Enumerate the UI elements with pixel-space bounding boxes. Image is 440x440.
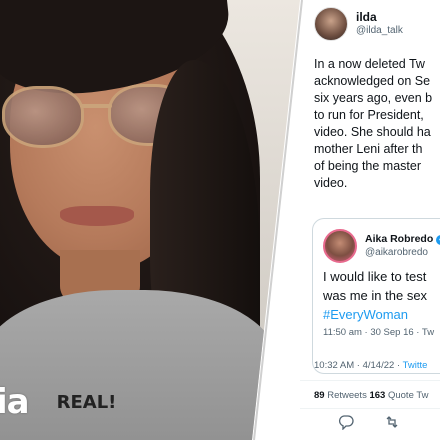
tweet-line: six years ago, even b [314,91,433,105]
tweet-line: to run for President, [314,108,424,122]
tweet-author[interactable]: ilda @ilda_talk [314,4,440,44]
retweets-label[interactable]: Retweets [325,390,370,401]
tweet-line: acknowledged on Se [314,74,431,88]
sunglasses-bridge [80,104,112,108]
tweet-line: video. [314,176,348,190]
author-handle[interactable]: @ilda_talk [356,24,403,38]
author-avatar[interactable] [314,7,348,41]
caption-right-text: REAL! [56,391,117,413]
quoted-line: I would like to test [323,269,427,284]
reply-icon[interactable] [338,414,354,431]
quoted-line: was me in the sex [323,288,428,303]
tweet-source[interactable]: Twitte [403,360,428,371]
separator [300,380,440,381]
quoted-handle: @aikarobredo [365,247,428,258]
tweet-line: video. She should ha [314,125,431,139]
retweets-count[interactable]: 89 [314,390,325,401]
sunglasses-left-lens [2,86,84,148]
caption-left-text: ia [0,382,30,422]
quotes-count[interactable]: 163 [369,390,385,401]
tweet-line: of being the master [314,159,422,173]
verified-icon: ✓ [436,234,440,245]
retweet-icon[interactable] [384,414,400,430]
quoted-author-avatar [323,229,357,263]
quoted-timestamp: 11:50 am · 30 Sep 16 · Tw [323,327,435,338]
lips [60,206,134,226]
quotes-label[interactable]: Quote Tw [385,390,429,401]
separator [300,408,440,409]
quoted-display-name: Aika Robredo [365,233,434,245]
tweet-actions [338,414,400,431]
quoted-hashtag[interactable]: #EveryWoman [323,305,440,324]
quoted-author: Aika Robredo ✓ @aikarobredo [323,229,440,263]
tweet-body: In a now deleted Tw acknowledged on Se s… [314,56,440,192]
tweet-line: In a now deleted Tw [314,57,425,71]
tweet-timestamp[interactable]: 10:32 AM · 4/14/22 · [314,360,403,371]
photo-caption: ia REAL! [0,380,250,424]
quoted-body: I would like to test was me in the sex #… [323,267,440,324]
quoted-tweet[interactable]: Aika Robredo ✓ @aikarobredo I would like… [312,218,440,374]
tweet-line: mother Leni after th [314,142,423,156]
tweet-stats: 89 Retweets 163 Quote Tw [314,390,428,401]
tweet-meta: 10:32 AM · 4/14/22 · Twitte [314,360,427,371]
author-display-name[interactable]: ilda [356,10,403,24]
